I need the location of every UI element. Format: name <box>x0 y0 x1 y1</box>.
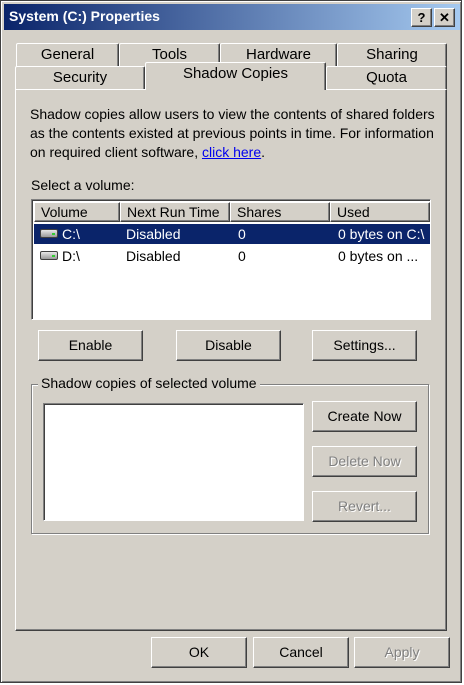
tab-security[interactable]: Security <box>15 66 145 90</box>
shares-cell: 0 <box>238 226 246 242</box>
create-now-button[interactable]: Create Now <box>312 401 417 432</box>
volume-row-d[interactable]: D:\ Disabled 0 0 bytes on ... <box>34 246 430 266</box>
column-header-volume[interactable]: Volume <box>34 202 120 222</box>
select-volume-label: Select a volume: <box>31 177 135 193</box>
close-button[interactable]: ✕ <box>434 8 455 27</box>
used-cell: 0 bytes on C:\ <box>338 226 425 242</box>
disable-button[interactable]: Disable <box>176 330 281 361</box>
column-header-used[interactable]: Used <box>330 202 430 222</box>
window-title: System (C:) Properties <box>9 8 160 24</box>
tab-sharing[interactable]: Sharing <box>337 43 447 67</box>
client-software-link[interactable]: click here <box>202 144 261 160</box>
volume-cell: C:\ <box>62 226 80 242</box>
ok-button[interactable]: OK <box>151 637 247 668</box>
settings-button[interactable]: Settings... <box>312 330 417 361</box>
volume-list[interactable]: Volume Next Run Time Shares Used C:\ Dis… <box>31 199 431 320</box>
volume-row-c[interactable]: C:\ Disabled 0 0 bytes on C:\ <box>34 224 430 244</box>
column-header-next-run-time[interactable]: Next Run Time <box>120 202 230 222</box>
drive-icon <box>40 251 58 260</box>
help-button[interactable]: ? <box>411 8 432 27</box>
tab-shadow-copies[interactable]: Shadow Copies <box>145 62 326 90</box>
next-run-cell: Disabled <box>126 226 181 242</box>
shares-cell: 0 <box>238 248 246 264</box>
used-cell: 0 bytes on ... <box>338 248 419 264</box>
volume-cell: D:\ <box>62 248 80 264</box>
drive-icon <box>40 229 58 238</box>
tab-general[interactable]: General <box>16 43 119 67</box>
description-period: . <box>261 144 266 160</box>
column-header-shares[interactable]: Shares <box>230 202 330 222</box>
tab-quota[interactable]: Quota <box>326 66 447 90</box>
enable-button[interactable]: Enable <box>38 330 143 361</box>
delete-now-button[interactable]: Delete Now <box>312 446 417 477</box>
shadow-copies-list[interactable] <box>43 403 304 521</box>
revert-button[interactable]: Revert... <box>312 491 417 522</box>
cancel-button[interactable]: Cancel <box>253 637 349 668</box>
shadow-copies-group-label: Shadow copies of selected volume <box>38 375 260 391</box>
next-run-cell: Disabled <box>126 248 181 264</box>
title-bar[interactable]: System (C:) Properties ? ✕ <box>4 4 460 30</box>
apply-button[interactable]: Apply <box>354 637 450 668</box>
description-text: Shadow copies allow users to view the co… <box>30 105 440 162</box>
